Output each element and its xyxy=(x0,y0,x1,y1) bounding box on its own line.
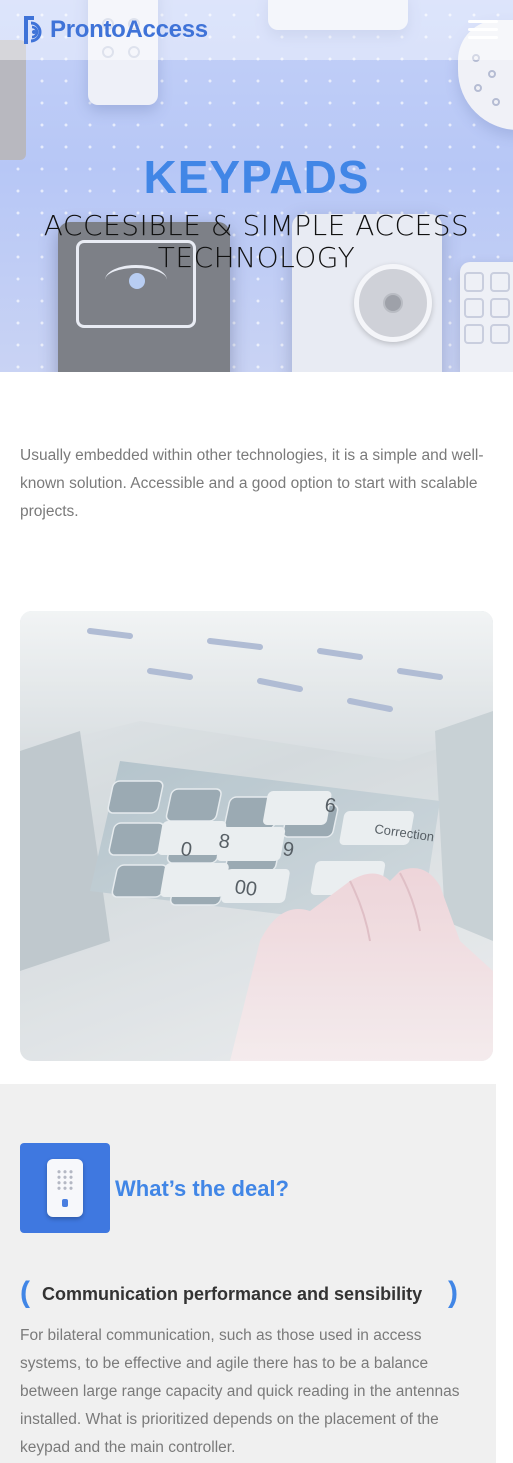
page-title: KEYPADS xyxy=(143,151,370,203)
hamburger-menu-icon[interactable] xyxy=(468,18,498,42)
hero-device-dial xyxy=(354,264,432,342)
deal-subheading: Communication performance and sensibilit… xyxy=(42,1284,423,1304)
top-navigation-bar: ProntoAccess xyxy=(0,0,513,60)
whats-the-deal-section: What’s the deal? ( Communication perform… xyxy=(0,1084,496,1463)
hero-device-keys xyxy=(460,262,513,372)
keypad-device-icon xyxy=(20,1143,110,1233)
pronto-logo-icon xyxy=(20,14,44,46)
page-subtitle: ACCESIBLE & SIMPLE ACCESS TECHNOLOGY xyxy=(43,209,470,274)
logo-link[interactable]: ProntoAccess xyxy=(20,14,208,46)
keypad-photo: 8 9 6 0 00 Correction xyxy=(20,611,493,1061)
hero-banner: ProntoAccess KEYPADS ACCESIBLE & SIMPLE … xyxy=(0,0,513,372)
right-parenthesis: ) xyxy=(448,1276,458,1309)
deal-subheading-row: ( Communication performance and sensibil… xyxy=(20,1276,470,1310)
left-parenthesis: ( xyxy=(20,1276,30,1309)
deal-paragraph: For bilateral communication, such as tho… xyxy=(20,1327,460,1456)
intro-paragraph: Usually embedded within other technologi… xyxy=(20,447,484,520)
logo-text: ProntoAccess xyxy=(50,16,208,43)
deal-heading: What’s the deal? xyxy=(115,1176,289,1201)
